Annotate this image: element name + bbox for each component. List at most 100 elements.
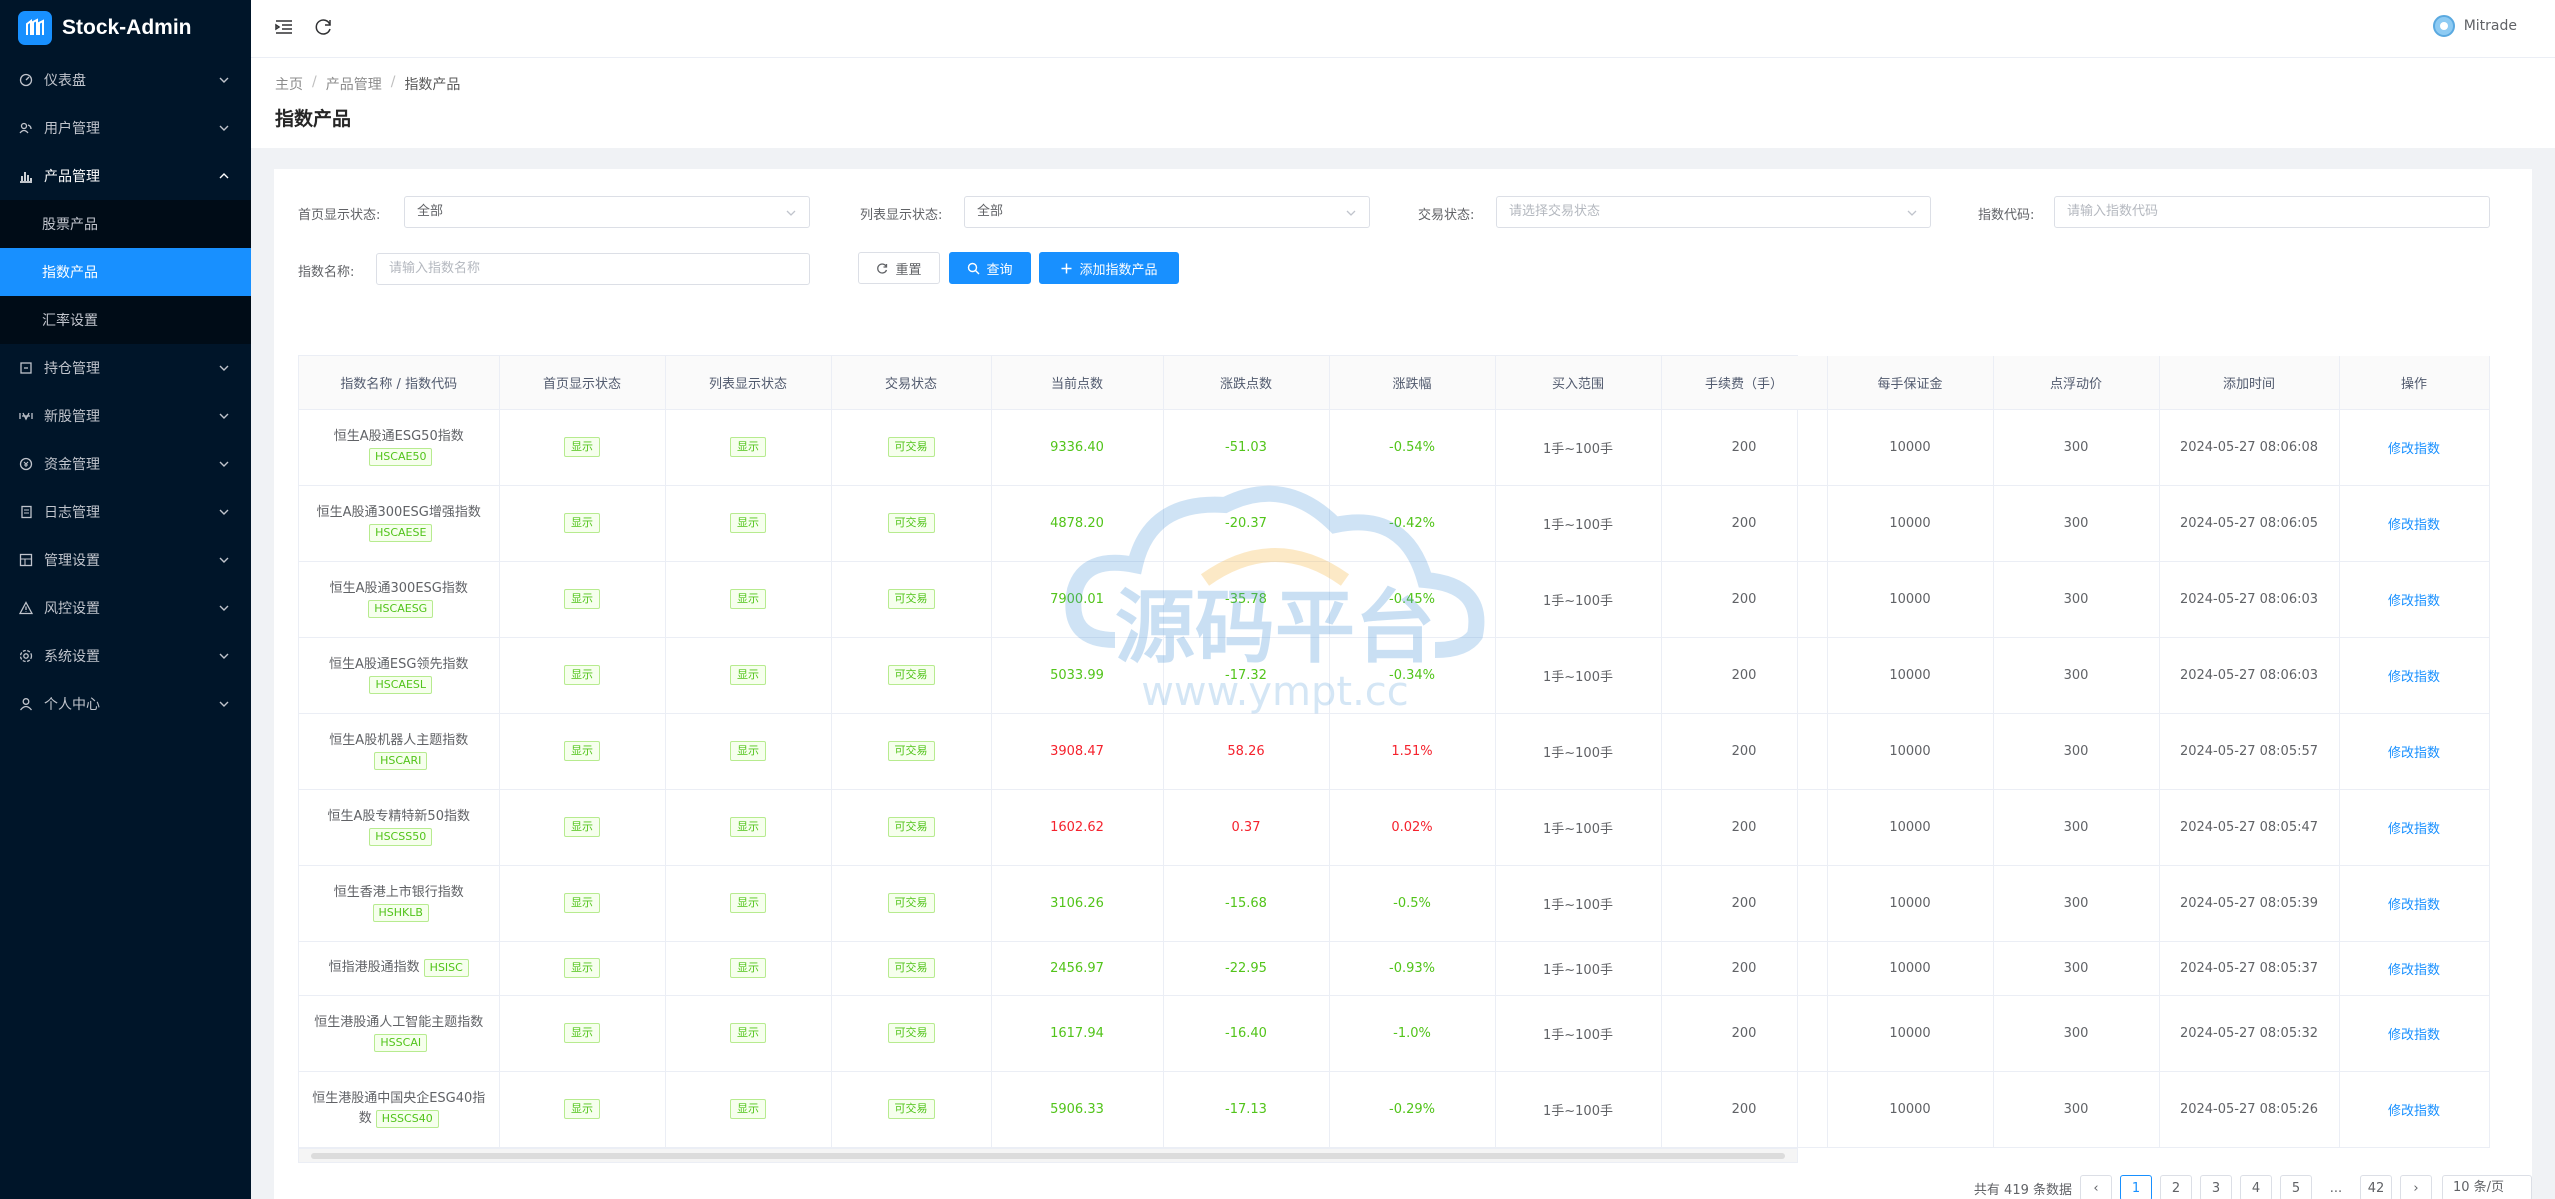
list-status-select[interactable]: 全部: [964, 196, 1370, 228]
sub-item-exchange-rate[interactable]: 汇率设置: [0, 296, 251, 344]
refresh-icon[interactable]: [313, 16, 335, 38]
scrollbar-thumb[interactable]: [311, 1152, 1785, 1159]
edit-index-link[interactable]: 修改指数: [2388, 822, 2440, 837]
position-icon: [18, 360, 34, 376]
name-placeholder: 请输入指数名称: [389, 261, 481, 276]
edit-index-link[interactable]: 修改指数: [2388, 670, 2440, 685]
list-status-cell: 显示: [665, 1071, 832, 1148]
bar-chart-icon: [18, 168, 34, 184]
trade-status-cell: 可交易: [831, 409, 992, 486]
trade-status-cell: 可交易: [831, 995, 992, 1072]
chevron-down-icon: [219, 509, 229, 515]
users-icon: [18, 120, 34, 136]
reset-button[interactable]: 重置: [858, 252, 940, 284]
menu-logs[interactable]: 日志管理: [0, 488, 251, 536]
current-price: 3106.26: [991, 865, 1164, 942]
fee: 200: [1661, 713, 1828, 790]
menu-fold-icon[interactable]: [273, 16, 295, 38]
index-name: 恒生A股通300ESG指数: [329, 581, 468, 596]
home-status-cell: 显示: [499, 561, 666, 638]
fee: 200: [1661, 409, 1828, 486]
menu-dashboard[interactable]: 仪表盘: [0, 56, 251, 104]
index-products-table: 指数名称 / 指数代码 首页显示状态 列表显示状态 交易状态 当前点数 涨跌点数…: [298, 355, 2490, 1163]
chevron-down-icon: [219, 653, 229, 659]
page-button[interactable]: 1: [2120, 1175, 2152, 1199]
menu-positions[interactable]: 持仓管理: [0, 344, 251, 392]
menu-users[interactable]: 用户管理: [0, 104, 251, 152]
menu-risk-settings[interactable]: 风控设置: [0, 584, 251, 632]
edit-index-link[interactable]: 修改指数: [2388, 518, 2440, 533]
horizontal-scrollbar[interactable]: [299, 1147, 1797, 1162]
menu-funds[interactable]: 资金管理: [0, 440, 251, 488]
status-badge: 显示: [730, 1099, 766, 1119]
edit-index-link[interactable]: 修改指数: [2388, 1028, 2440, 1043]
index-code-tag: HSCAESG: [368, 600, 434, 618]
edit-index-link[interactable]: 修改指数: [2388, 746, 2440, 761]
add-index-product-button[interactable]: 添加指数产品: [1039, 252, 1179, 284]
menu-products[interactable]: 产品管理: [0, 152, 251, 200]
change-percent: 0.02%: [1329, 789, 1496, 866]
home-status-select[interactable]: 全部: [404, 196, 810, 228]
edit-index-link[interactable]: 修改指数: [2388, 1104, 2440, 1119]
trade-status-cell: 可交易: [831, 789, 992, 866]
brand[interactable]: Stock-Admin: [0, 0, 251, 56]
status-badge: 显示: [730, 665, 766, 685]
page-button[interactable]: 3: [2200, 1175, 2232, 1199]
menu-admin-settings[interactable]: 管理设置: [0, 536, 251, 584]
chevron-down-icon: [219, 365, 229, 371]
status-badge: 可交易: [887, 1099, 935, 1119]
col-header: 列表显示状态: [665, 356, 832, 410]
user-icon: [18, 696, 34, 712]
reset-label: 重置: [895, 262, 922, 278]
home-status-cell: 显示: [499, 637, 666, 714]
menu-system-settings[interactable]: 系统设置: [0, 632, 251, 680]
page-button[interactable]: 42: [2360, 1175, 2392, 1199]
point-float-price: 300: [1993, 637, 2160, 714]
edit-index-link[interactable]: 修改指数: [2388, 442, 2440, 457]
status-badge: 显示: [730, 958, 766, 978]
page-size-select[interactable]: 10 条/页: [2442, 1175, 2532, 1199]
prev-page-button[interactable]: ‹: [2080, 1175, 2112, 1199]
trade-status-cell: 可交易: [831, 1071, 992, 1148]
user-menu[interactable]: Mitrade: [2432, 15, 2517, 37]
warning-icon: [18, 600, 34, 616]
edit-index-link[interactable]: 修改指数: [2388, 963, 2440, 978]
change-points: -15.68: [1163, 865, 1330, 942]
buy-range: 1手~100手: [1495, 485, 1662, 562]
edit-index-link[interactable]: 修改指数: [2388, 594, 2440, 609]
dashboard-icon: [18, 72, 34, 88]
next-page-button[interactable]: ›: [2400, 1175, 2432, 1199]
code-label: 指数代码:: [1978, 208, 2035, 223]
added-time: 2024-05-27 08:05:37: [2159, 941, 2340, 996]
edit-index-link[interactable]: 修改指数: [2388, 898, 2440, 913]
buy-range: 1手~100手: [1495, 409, 1662, 486]
page-button[interactable]: 2: [2160, 1175, 2192, 1199]
added-time: 2024-05-27 08:06:08: [2159, 409, 2340, 486]
page-ellipsis[interactable]: ...: [2320, 1175, 2352, 1199]
menu-ipo[interactable]: 新股管理: [0, 392, 251, 440]
plus-icon: [1061, 263, 1072, 273]
margin-per-lot: 10000: [1827, 485, 1994, 562]
sub-item-index-products[interactable]: 指数产品: [0, 248, 251, 296]
menu-profile[interactable]: 个人中心: [0, 680, 251, 728]
breadcrumb-home[interactable]: 主页: [275, 74, 303, 94]
col-header: 操作: [2339, 356, 2490, 410]
avatar: [2432, 15, 2455, 37]
sub-item-stock-products[interactable]: 股票产品: [0, 200, 251, 248]
chevron-down-icon: [219, 605, 229, 611]
index-name-cell: 恒生港股通人工智能主题指数 HSSCAI: [299, 995, 500, 1072]
status-badge: 显示: [564, 958, 600, 978]
margin-per-lot: 10000: [1827, 1071, 1994, 1148]
breadcrumb-section[interactable]: 产品管理: [326, 74, 382, 94]
name-input[interactable]: 请输入指数名称: [376, 253, 810, 285]
actions-cell: 修改指数: [2339, 865, 2490, 942]
trade-status-select[interactable]: 请选择交易状态: [1496, 196, 1931, 228]
page-button[interactable]: 5: [2280, 1175, 2312, 1199]
page-button[interactable]: 4: [2240, 1175, 2272, 1199]
code-input[interactable]: 请输入指数代码: [2054, 196, 2490, 228]
fee: 200: [1661, 995, 1828, 1072]
search-button[interactable]: 查询: [949, 252, 1031, 284]
home-status-cell: 显示: [499, 1071, 666, 1148]
funds-icon: [18, 456, 34, 472]
status-badge: 可交易: [887, 958, 935, 978]
